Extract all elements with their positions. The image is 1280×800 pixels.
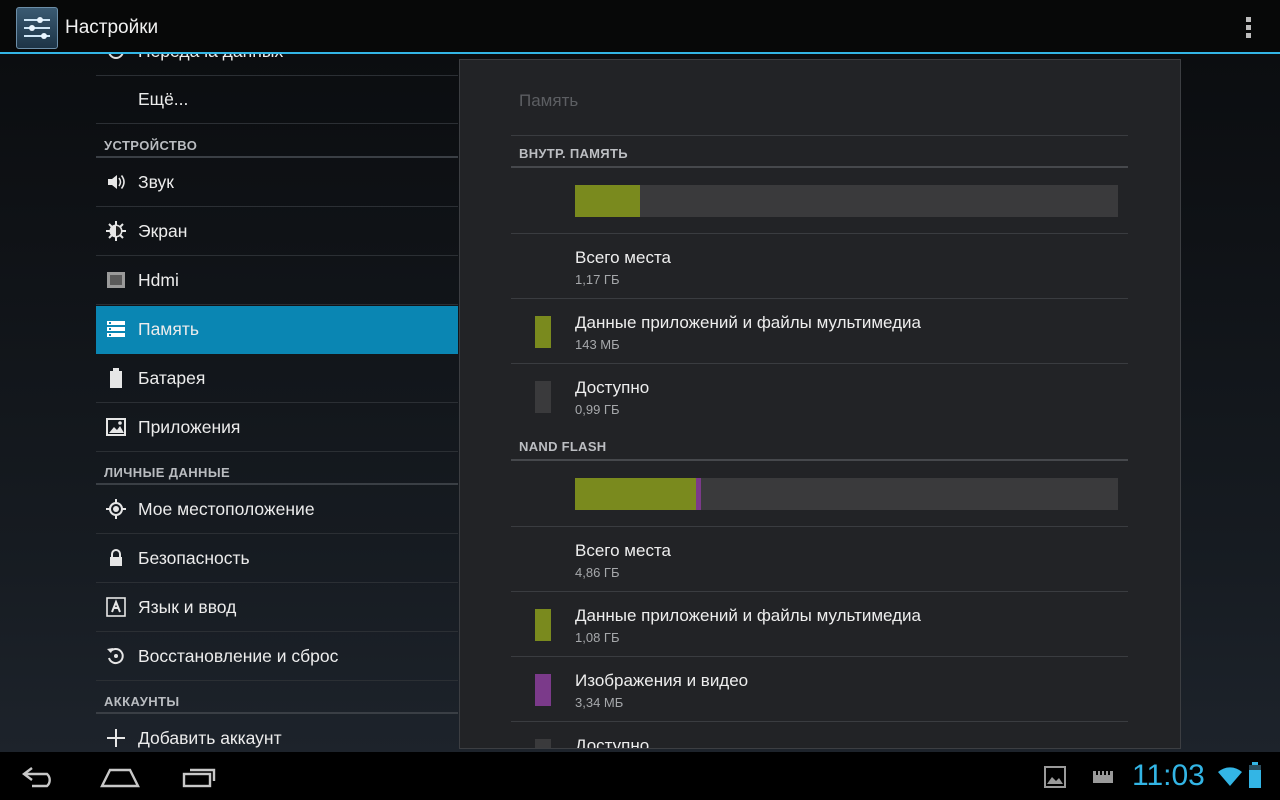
internal-apps-segment [575, 185, 641, 217]
section-header-internal: ВНУТР. ПАМЯТЬ [511, 136, 1128, 168]
settings-item-label: Батарея [138, 368, 206, 388]
recent-apps-icon[interactable] [182, 766, 220, 788]
settings-item-apps[interactable]: Приложения [96, 404, 458, 452]
nand-apps-segment [575, 478, 696, 510]
brightness-icon [106, 221, 126, 241]
settings-item-security[interactable]: Безопасность [96, 535, 458, 583]
settings-item-data-usage[interactable]: Передача данных [96, 54, 458, 76]
system-nav-bar: 11:03 [0, 752, 1280, 800]
section-header-device: УСТРОЙСТВО [96, 130, 458, 158]
home-icon[interactable] [100, 766, 140, 788]
settings-item-label: Hdmi [138, 270, 179, 290]
settings-item-label: Добавить аккаунт [138, 728, 282, 748]
settings-item-display[interactable]: Экран [96, 208, 458, 256]
images-color-swatch [535, 674, 551, 706]
nand-total-item[interactable]: Всего места 4,86 ГБ [511, 527, 1128, 592]
settings-item-label: Приложения [138, 417, 241, 437]
settings-app-icon[interactable] [16, 7, 58, 49]
settings-item-label: Память [138, 319, 199, 339]
settings-item-battery[interactable]: Батарея [96, 355, 458, 403]
free-color-swatch [535, 739, 551, 748]
free-color-swatch [535, 381, 551, 413]
internal-apps-item[interactable]: Данные приложений и файлы мультимедиа 14… [511, 299, 1128, 364]
section-header-nand: NAND FLASH [511, 429, 1128, 461]
settings-item-location[interactable]: Мое местоположение [96, 486, 458, 534]
settings-item-backup-reset[interactable]: Восстановление и сброс [96, 633, 458, 681]
settings-item-add-account[interactable]: Добавить аккаунт [96, 715, 458, 752]
settings-item-storage[interactable]: Память [96, 306, 458, 354]
apps-icon [106, 418, 126, 436]
hdmi-icon [107, 272, 125, 288]
nand-images-segment [695, 478, 701, 510]
back-icon[interactable] [22, 766, 58, 788]
settings-item-label: Мое местоположение [138, 499, 315, 519]
battery-icon [110, 368, 122, 388]
lock-icon [110, 549, 122, 566]
action-bar: Настройки [0, 0, 1280, 54]
internal-usage-bar [575, 185, 1118, 217]
settings-item-label: Экран [138, 221, 188, 241]
section-header-personal: ЛИЧНЫЕ ДАННЫЕ [96, 457, 458, 485]
app-title: Настройки [65, 17, 159, 38]
battery-status-icon[interactable] [1248, 762, 1262, 788]
location-icon [106, 499, 126, 519]
language-icon [106, 597, 126, 617]
settings-item-language[interactable]: Язык и ввод [96, 584, 458, 632]
add-icon [107, 729, 125, 747]
data-usage-icon [108, 54, 124, 59]
section-header-accounts: АККАУНТЫ [96, 686, 458, 714]
internal-total-item[interactable]: Всего места 1,17 ГБ [511, 234, 1128, 299]
settings-item-label: Восстановление и сброс [138, 646, 339, 666]
settings-item-more[interactable]: Ещё... [96, 76, 458, 124]
settings-item-label: Безопасность [138, 548, 250, 568]
apps-color-swatch [535, 609, 551, 641]
settings-item-hdmi[interactable]: Hdmi [96, 257, 458, 305]
apps-color-swatch [535, 316, 551, 348]
nand-available-item[interactable]: Доступно [511, 722, 1128, 748]
nand-usage-bar [575, 478, 1118, 510]
settings-item-label: Звук [138, 172, 174, 192]
settings-content: Передача данных Ещё... УСТРОЙСТВО Звук Э… [0, 54, 1280, 752]
clock[interactable]: 11:03 [1132, 759, 1205, 793]
storage-icon [107, 321, 125, 337]
settings-item-label: Ещё... [138, 89, 189, 109]
restore-icon [107, 648, 124, 665]
overflow-menu-icon[interactable] [1238, 14, 1258, 42]
internal-available-item[interactable]: Доступно 0,99 ГБ [511, 364, 1128, 429]
settings-item-label: Язык и ввод [138, 597, 237, 617]
volume-icon [108, 175, 125, 189]
nand-images-item[interactable]: Изображения и видео 3,34 МБ [511, 657, 1128, 722]
nand-apps-item[interactable]: Данные приложений и файлы мультимедиа 1,… [511, 592, 1128, 657]
storage-panel: Память ВНУТР. ПАМЯТЬ Всего места 1,17 ГБ… [459, 59, 1181, 749]
settings-item-sound[interactable]: Звук [96, 159, 458, 207]
wifi-icon[interactable] [1216, 764, 1244, 788]
panel-title: Память [519, 91, 579, 110]
screenshot-notification-icon[interactable] [1044, 766, 1066, 788]
settings-header-list: Передача данных Ещё... УСТРОЙСТВО Звук Э… [96, 54, 458, 752]
sd-card-notification-icon[interactable] [1092, 768, 1114, 786]
settings-item-label: Передача данных [138, 54, 283, 62]
